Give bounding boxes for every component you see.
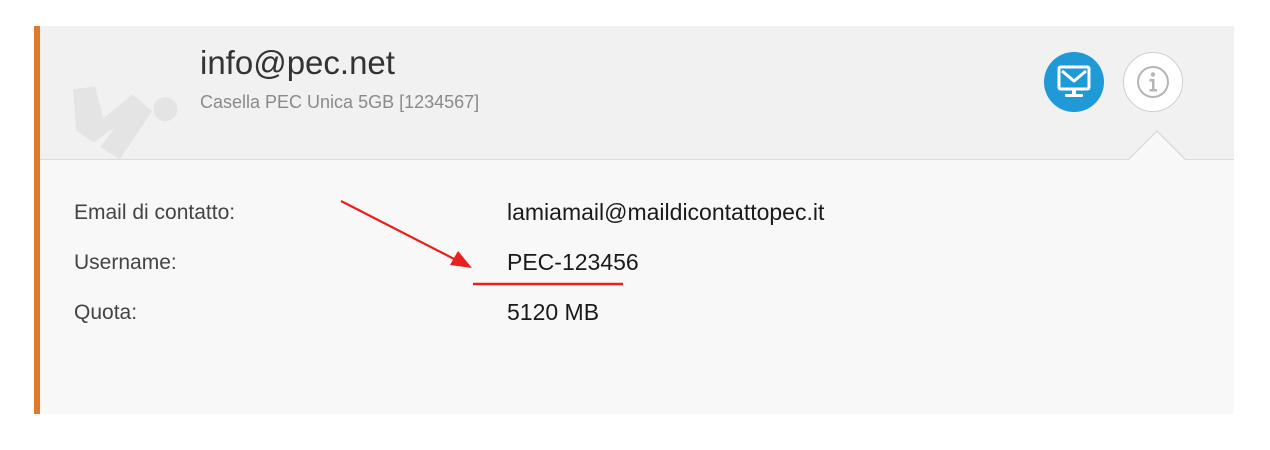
info-panel-pointer: [1128, 129, 1186, 161]
account-card: info@pec.net Casella PEC Unica 5GB [1234…: [34, 26, 1234, 414]
detail-value: lamiamail@maildicontattopec.it: [507, 199, 825, 225]
account-header: info@pec.net Casella PEC Unica 5GB [1234…: [40, 26, 1234, 161]
detail-value: PEC-123456: [507, 249, 639, 275]
account-email-title: info@pec.net: [200, 44, 395, 81]
detail-label: Username:: [74, 251, 177, 274]
brand-logo-watermark: [50, 66, 190, 166]
webmail-button[interactable]: [1044, 52, 1104, 112]
monitor-mail-icon: [1057, 65, 1091, 97]
detail-value: 5120 MB: [507, 299, 600, 325]
info-button[interactable]: [1123, 52, 1183, 112]
detail-label: Email di contatto:: [74, 201, 236, 224]
info-icon: [1137, 66, 1169, 98]
account-plan-subtitle: Casella PEC Unica 5GB [1234567]: [200, 92, 480, 112]
detail-label: Quota:: [74, 301, 138, 324]
